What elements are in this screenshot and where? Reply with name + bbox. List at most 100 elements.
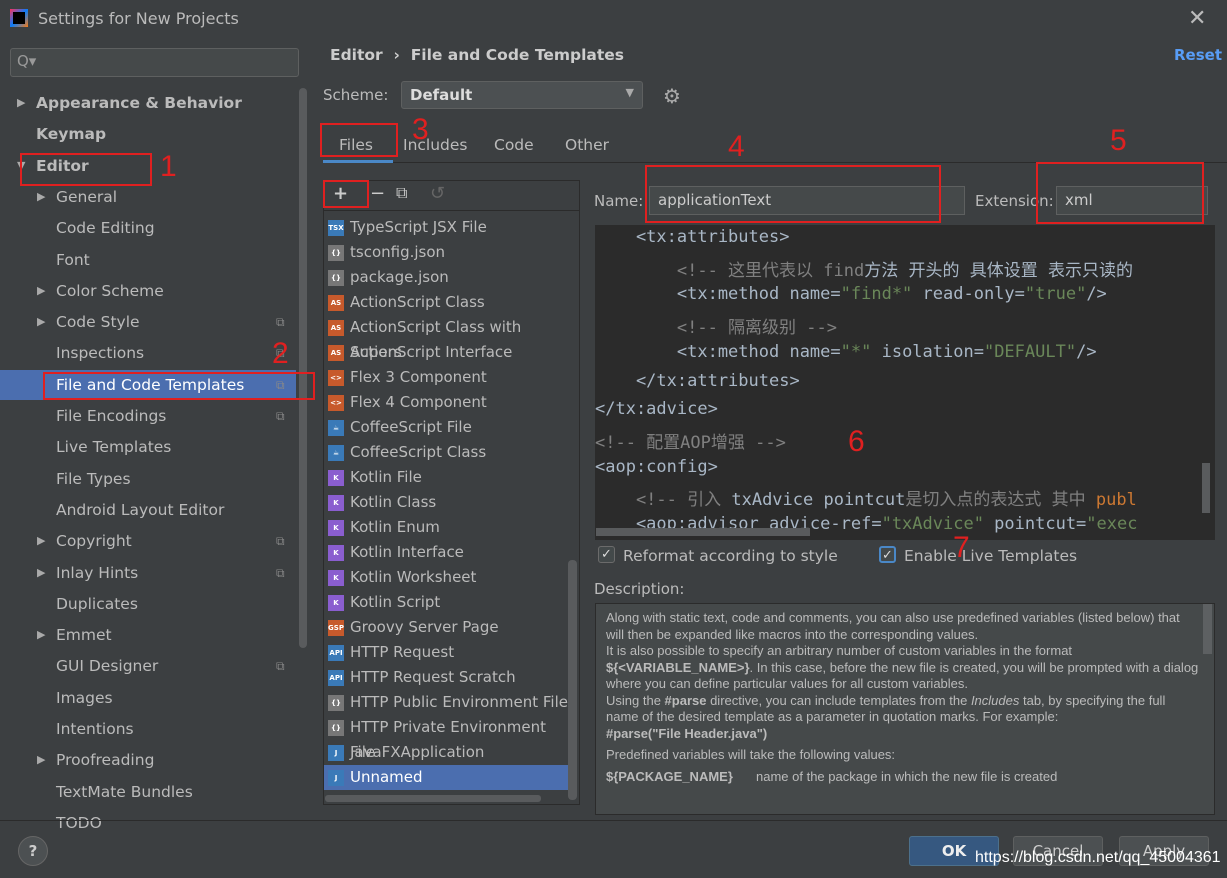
breadcrumb-editor[interactable]: Editor xyxy=(330,46,383,64)
template-item[interactable]: {} package.json xyxy=(324,265,570,290)
undo-icon[interactable]: ↺ xyxy=(430,183,445,204)
template-item[interactable]: K Kotlin Class xyxy=(324,490,570,515)
template-item[interactable]: K Kotlin Worksheet xyxy=(324,565,570,590)
template-item[interactable]: ☕ CoffeeScript Class xyxy=(324,440,570,465)
sidebar-item-inlay-hints[interactable]: ▶ Inlay Hints ⧉ xyxy=(0,558,296,588)
code-line: <aop:config> xyxy=(595,457,718,477)
editor-vscrollbar[interactable] xyxy=(1202,463,1210,513)
desc-text: It is also possible to specify an arbitr… xyxy=(606,643,1073,658)
sidebar-item-appearance-behavior[interactable]: ▶ Appearance & Behavior xyxy=(0,88,296,118)
tab-code[interactable]: Code xyxy=(494,136,534,154)
template-item[interactable]: AS ActionScript Class with Supers xyxy=(324,315,570,361)
template-item[interactable]: {} tsconfig.json xyxy=(324,240,570,265)
template-item[interactable]: GSP Groovy Server Page xyxy=(324,615,570,640)
template-label: Kotlin Enum xyxy=(350,518,440,536)
sidebar-item-emmet[interactable]: ▶ Emmet xyxy=(0,620,296,650)
template-item[interactable]: API HTTP Request xyxy=(324,640,570,665)
template-item[interactable]: ☕ CoffeeScript File xyxy=(324,415,570,440)
chevron-right-icon[interactable]: ▶ xyxy=(37,182,45,212)
sidebar-item-inspections[interactable]: Inspections ⧉ xyxy=(0,338,296,368)
annotation-6: 6 xyxy=(848,425,865,458)
gear-icon[interactable]: ⚙ xyxy=(663,84,681,108)
live-templates-checkbox[interactable]: ✓ xyxy=(879,546,896,563)
template-list-hscrollbar[interactable] xyxy=(325,795,541,802)
template-item[interactable]: K Kotlin File xyxy=(324,465,570,490)
template-list-scrollbar[interactable] xyxy=(568,560,577,800)
sidebar-item-file-types[interactable]: File Types xyxy=(0,464,296,494)
help-button[interactable]: ? xyxy=(18,836,48,866)
template-label: Flex 4 Component xyxy=(350,393,487,411)
sidebar-item-gui-designer[interactable]: GUI Designer ⧉ xyxy=(0,651,296,681)
sidebar-item-color-scheme[interactable]: ▶ Color Scheme xyxy=(0,276,296,306)
sidebar-item-general[interactable]: ▶ General xyxy=(0,182,296,212)
sidebar-scrollbar[interactable] xyxy=(299,88,307,648)
search-icon: Q▾ xyxy=(17,52,37,70)
template-item[interactable]: AS ActionScript Class xyxy=(324,290,570,315)
sidebar-item-file-encodings[interactable]: File Encodings ⧉ xyxy=(0,401,296,431)
chevron-right-icon[interactable]: ▶ xyxy=(37,620,45,650)
code-token: "find*" xyxy=(840,284,913,305)
file-type-icon: J xyxy=(328,770,344,786)
editor-hscrollbar[interactable] xyxy=(596,528,810,536)
template-item[interactable]: K Kotlin Script xyxy=(324,590,570,615)
sidebar-item-images[interactable]: Images xyxy=(0,683,296,713)
code-token: read-only= xyxy=(912,284,1025,305)
template-item[interactable]: TSX TypeScript JSX File xyxy=(324,215,570,240)
desc-var: ${<VARIABLE_NAME>} xyxy=(606,659,750,675)
sidebar-item-copyright[interactable]: ▶ Copyright ⧉ xyxy=(0,526,296,556)
sidebar-item-code-editing[interactable]: Code Editing xyxy=(0,213,296,243)
chevron-right-icon[interactable]: ▶ xyxy=(37,276,45,306)
code-token: <!-- 隔离级别 --> xyxy=(595,318,837,339)
sidebar-item-keymap[interactable]: Keymap xyxy=(0,119,296,149)
template-code-editor[interactable]: <tx:attributes> <!-- 这里代表以 find方法 开头的 具体… xyxy=(595,225,1215,540)
annotation-2: 2 xyxy=(272,337,289,370)
live-templates-label[interactable]: Enable Live Templates xyxy=(904,547,1077,565)
desc-includes: Includes xyxy=(970,692,1020,708)
template-item[interactable]: <> Flex 3 Component xyxy=(324,365,570,390)
sidebar-item-live-templates[interactable]: Live Templates xyxy=(0,432,296,462)
close-icon[interactable]: ✕ xyxy=(1188,6,1206,31)
sidebar-item-proofreading[interactable]: ▶ Proofreading xyxy=(0,745,296,775)
chevron-right-icon[interactable]: ▶ xyxy=(37,307,45,337)
template-item[interactable]: J JavaFXApplication xyxy=(324,740,570,765)
template-item[interactable]: J Unnamed xyxy=(324,765,570,790)
template-item[interactable]: AS ActionScript Interface xyxy=(324,340,570,365)
reformat-checkbox[interactable]: ✓ xyxy=(598,546,615,563)
sidebar-item-android-layout-editor[interactable]: Android Layout Editor xyxy=(0,495,296,525)
annotation-box-add xyxy=(323,180,369,208)
sidebar-item-font[interactable]: Font xyxy=(0,245,296,275)
sidebar-item-code-style[interactable]: ▶ Code Style ⧉ xyxy=(0,307,296,337)
file-type-icon: {} xyxy=(328,695,344,711)
scheme-dropdown[interactable]: Default ▼ xyxy=(401,81,643,109)
chevron-right-icon[interactable]: ▶ xyxy=(37,526,45,556)
chevron-right-icon[interactable]: ▶ xyxy=(37,558,45,588)
sidebar-item-textmate-bundles[interactable]: TextMate Bundles xyxy=(0,777,296,807)
template-label: JavaFXApplication xyxy=(350,743,485,761)
description-scrollbar[interactable] xyxy=(1203,604,1212,654)
reformat-label[interactable]: Reformat according to style xyxy=(623,547,838,565)
chevron-right-icon[interactable]: ▶ xyxy=(37,745,45,775)
desc-p5: ${PACKAGE_NAME} name of the package in wh… xyxy=(606,769,1200,786)
reset-link[interactable]: Reset xyxy=(1174,46,1222,64)
template-item[interactable]: {} HTTP Public Environment File xyxy=(324,690,570,715)
sidebar-item-intentions[interactable]: Intentions xyxy=(0,714,296,744)
sidebar-item-label: Font xyxy=(56,250,90,269)
file-type-icon: ☕ xyxy=(328,420,344,436)
template-item[interactable]: <> Flex 4 Component xyxy=(324,390,570,415)
remove-icon[interactable]: − xyxy=(370,183,385,204)
sidebar-item-label: File Types xyxy=(56,469,131,488)
template-label: HTTP Request xyxy=(350,643,455,661)
template-item[interactable]: {} HTTP Private Environment File xyxy=(324,715,570,761)
search-input[interactable]: Q▾ xyxy=(10,48,299,77)
template-item[interactable]: K Kotlin Interface xyxy=(324,540,570,565)
file-type-icon: AS xyxy=(328,345,344,361)
project-copy-icon: ⧉ xyxy=(276,534,285,549)
sidebar-item-label: Android Layout Editor xyxy=(56,500,225,519)
template-item[interactable]: K Kotlin Enum xyxy=(324,515,570,540)
sidebar-item-todo[interactable]: TODO xyxy=(0,808,296,838)
template-item[interactable]: API HTTP Request Scratch xyxy=(324,665,570,690)
tab-other[interactable]: Other xyxy=(565,136,609,154)
copy-icon[interactable]: ⧉ xyxy=(396,183,407,203)
sidebar-item-duplicates[interactable]: Duplicates xyxy=(0,589,296,619)
chevron-right-icon[interactable]: ▶ xyxy=(17,88,25,118)
